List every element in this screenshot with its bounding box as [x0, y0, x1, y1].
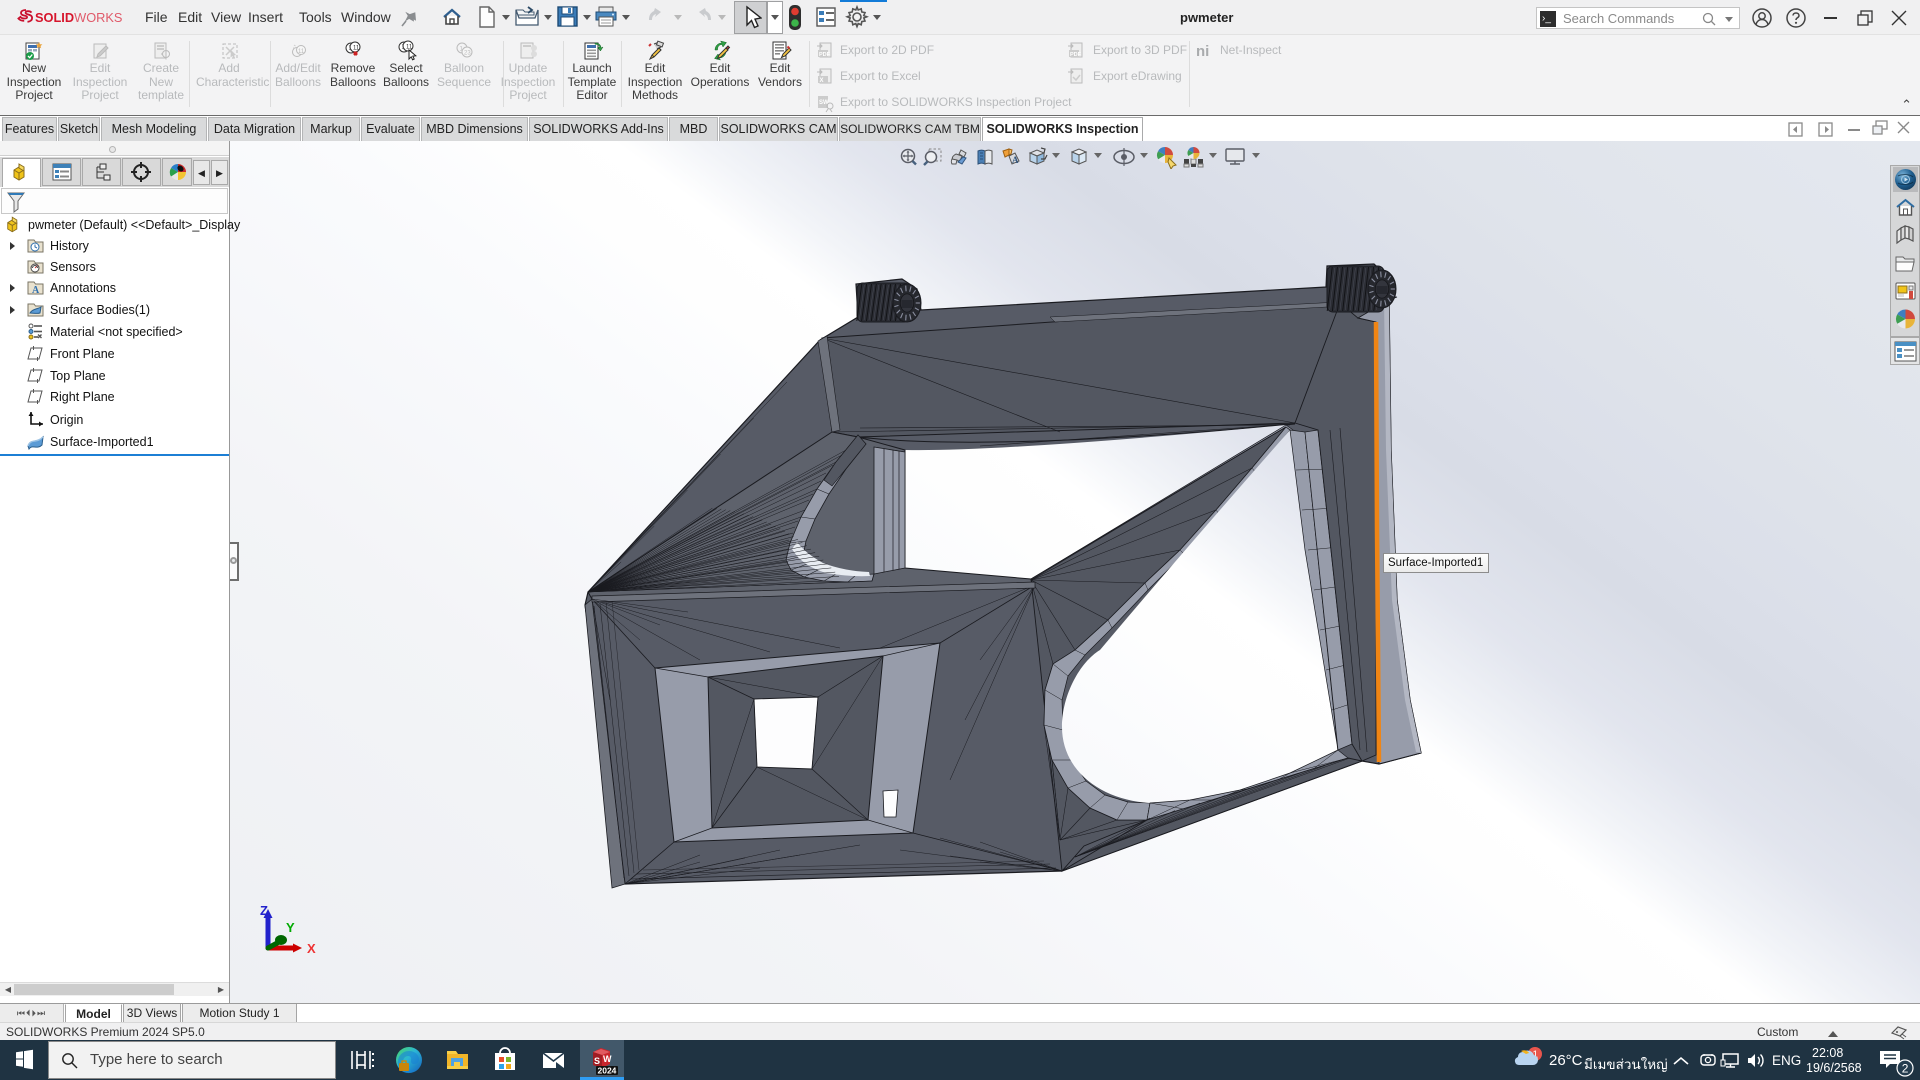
svg-text:ni: ni: [1196, 43, 1209, 59]
svg-text:A: A: [1012, 155, 1019, 165]
svg-text:11: 11: [298, 49, 305, 55]
svg-text:PDF: PDF: [819, 52, 831, 58]
svg-text:11: 11: [353, 46, 360, 52]
svg-text:23: 23: [464, 51, 471, 57]
svg-text:11: 11: [406, 45, 413, 51]
svg-text:SOLIDWORKS: SOLIDWORKS: [35, 10, 122, 25]
svg-text:S: S: [594, 1056, 600, 1066]
svg-text:PDF: PDF: [1070, 52, 1082, 58]
svg-text:A: A: [32, 285, 40, 295]
svg-text:2: 2: [1902, 1062, 1909, 1076]
svg-text:X: X: [820, 78, 824, 84]
svg-text:2024: 2024: [598, 1066, 617, 1076]
svg-text:W: W: [603, 1054, 612, 1064]
